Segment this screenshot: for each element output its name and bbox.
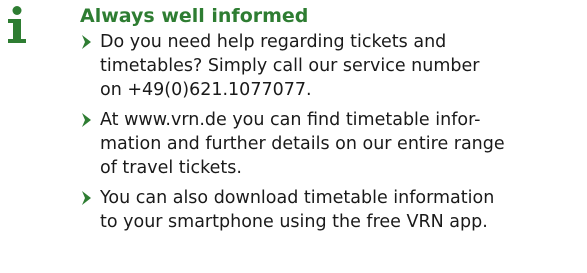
list-item-line: of travel tickets. (100, 158, 242, 178)
list-item: At www.vrn.de you can find timetable inf… (80, 108, 585, 180)
list-item-line: At www.vrn.de you can find timetable inf… (100, 110, 481, 130)
info-list: Do you need help regarding tickets and t… (80, 30, 585, 234)
list-item-line: to your smartphone using the free VRN ap… (100, 212, 488, 232)
list-item: Do you need help regarding tickets and t… (80, 30, 585, 102)
list-item-line: on +49(0)621.1077077. (100, 80, 312, 100)
bullet-arrow-icon (82, 35, 91, 49)
info-section: Always well informed Do you need help re… (80, 0, 585, 240)
list-item: You can also download timetable informat… (80, 186, 585, 234)
bullet-arrow-icon (82, 113, 91, 127)
list-item-line: timetables? Simply call our service numb… (100, 56, 480, 76)
info-icon (8, 6, 26, 43)
list-item-line: Do you need help regarding tickets and (100, 32, 447, 52)
section-heading: Always well informed (80, 5, 309, 27)
list-item-line: mation and further details on our entire… (100, 134, 505, 154)
list-item-line: You can also download timetable informat… (100, 188, 495, 208)
bullet-arrow-icon (82, 191, 91, 205)
